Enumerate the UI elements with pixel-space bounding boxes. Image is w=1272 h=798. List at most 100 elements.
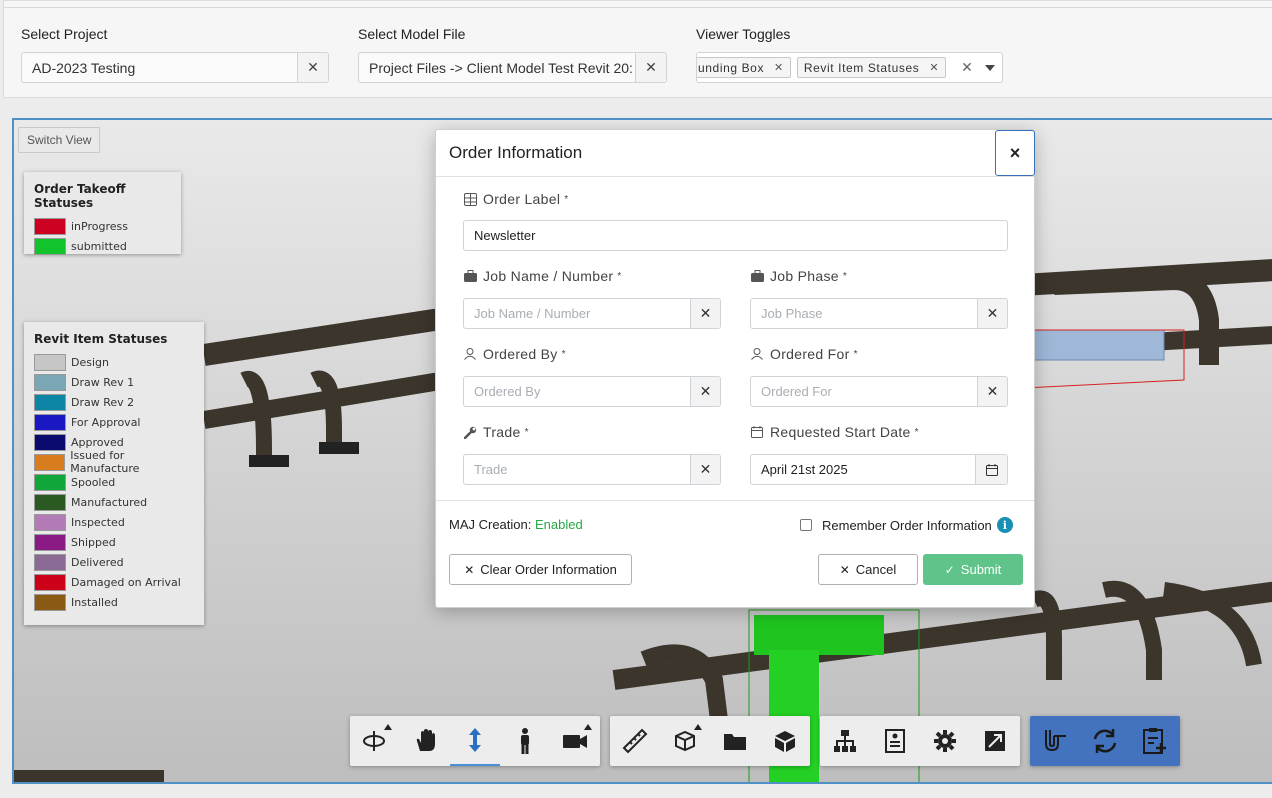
model-select-value: Project Files -> Client Model Test Revit… xyxy=(369,59,633,76)
job-phase-placeholder: Job Phase xyxy=(761,306,823,321)
submit-button[interactable]: ✓ Submit xyxy=(923,554,1023,585)
legend-item: Installed xyxy=(34,592,194,612)
required-marker: * xyxy=(842,270,848,282)
remember-checkbox[interactable] xyxy=(800,519,812,531)
project-filter: Select Project AD-2023 Testing ✕ xyxy=(21,26,329,83)
clear-order-label: Clear Order Information xyxy=(480,562,617,577)
legend-item: Delivered xyxy=(34,552,194,572)
calendar-button[interactable] xyxy=(975,455,1007,484)
first-person-button[interactable] xyxy=(500,716,550,766)
required-marker: * xyxy=(561,348,566,360)
legend-label: For Approval xyxy=(71,415,141,429)
legend-item: Inspected xyxy=(34,512,194,532)
camera-button[interactable] xyxy=(550,716,600,766)
start-date-field-label: Requested Start Date * xyxy=(751,424,919,440)
field-label-text: Job Name / Number xyxy=(483,268,614,284)
legend-label: submitted xyxy=(71,239,127,253)
legend-item: submitted xyxy=(34,236,171,256)
properties-button[interactable] xyxy=(870,716,920,766)
settings-toolbar xyxy=(820,716,1020,766)
trade-field-label: Trade * xyxy=(464,424,529,440)
trade-input[interactable]: Trade ✕ xyxy=(463,454,721,485)
legend-swatch xyxy=(34,413,66,431)
wrench-icon xyxy=(464,426,477,439)
order-label-input[interactable]: Newsletter xyxy=(463,220,1008,251)
orbit-button[interactable] xyxy=(350,716,400,766)
pipe-icon xyxy=(1045,730,1066,752)
cancel-button[interactable]: ✕ Cancel xyxy=(818,554,918,585)
dropdown-indicator xyxy=(694,724,702,730)
pipe-support xyxy=(319,442,359,454)
briefcase-icon xyxy=(464,270,477,282)
project-select[interactable]: AD-2023 Testing ✕ xyxy=(21,52,329,83)
close-icon: ✕ xyxy=(839,562,850,577)
clear-order-button[interactable]: ✕ Clear Order Information xyxy=(449,554,632,585)
legend-swatch xyxy=(34,433,66,451)
folder-button[interactable] xyxy=(710,716,760,766)
maj-creation-status: MAJ Creation: Enabled xyxy=(449,517,583,532)
ordered-by-clear-button[interactable]: ✕ xyxy=(690,377,720,406)
order-label-value: Newsletter xyxy=(474,228,536,243)
table-icon xyxy=(464,192,477,206)
pipe-button[interactable] xyxy=(1030,716,1080,766)
legend-label: Damaged on Arrival xyxy=(71,575,181,589)
ordered-by-input[interactable]: Ordered By ✕ xyxy=(463,376,721,407)
job-phase-clear-button[interactable]: ✕ xyxy=(977,299,1007,328)
order-information-modal: Order Information × Order Label * Newsle… xyxy=(435,129,1035,608)
settings-button[interactable] xyxy=(920,716,970,766)
add-order-button[interactable] xyxy=(1130,716,1180,766)
measure-button[interactable] xyxy=(610,716,660,766)
legend-swatch xyxy=(34,353,66,371)
switch-view-button[interactable]: Switch View xyxy=(18,127,101,153)
job-name-placeholder: Job Name / Number xyxy=(474,306,591,321)
tag-remove-icon[interactable]: ✕ xyxy=(929,61,939,74)
chevron-down-icon[interactable] xyxy=(978,64,1002,71)
job-name-input[interactable]: Job Name / Number ✕ xyxy=(463,298,721,329)
toggle-tag-bounding-box: unding Box ✕ xyxy=(697,57,791,78)
pan-button[interactable] xyxy=(400,716,450,766)
ordered-for-input[interactable]: Ordered For ✕ xyxy=(750,376,1008,407)
start-date-input[interactable]: April 21st 2025 xyxy=(750,454,1008,485)
job-name-clear-button[interactable]: ✕ xyxy=(690,299,720,328)
fullscreen-icon xyxy=(985,731,1005,751)
ordered-for-placeholder: Ordered For xyxy=(761,384,832,399)
model-button[interactable] xyxy=(760,716,810,766)
legend-swatch xyxy=(34,553,66,571)
required-marker: * xyxy=(524,426,529,438)
legend-swatch xyxy=(34,217,66,235)
toggle-tag-label: unding Box xyxy=(698,60,765,75)
settings-icon xyxy=(934,730,956,752)
legend-label: Delivered xyxy=(71,555,124,569)
ordered-by-placeholder: Ordered By xyxy=(474,384,541,399)
model-select[interactable]: Project Files -> Client Model Test Revit… xyxy=(358,52,667,83)
required-marker: * xyxy=(564,193,569,205)
check-icon: ✓ xyxy=(944,562,955,577)
refresh-button[interactable] xyxy=(1080,716,1130,766)
remember-order-info[interactable]: Remember Order Information i xyxy=(800,517,1013,533)
close-button[interactable]: × xyxy=(995,130,1035,176)
zoom-button[interactable] xyxy=(450,716,500,766)
legend-swatch xyxy=(34,453,66,471)
section-button[interactable] xyxy=(660,716,710,766)
legend-swatch xyxy=(34,593,66,611)
trade-placeholder: Trade xyxy=(474,462,508,477)
tag-remove-icon[interactable]: ✕ xyxy=(774,61,784,74)
modal-title: Order Information xyxy=(449,143,583,162)
toggles-select[interactable]: unding Box ✕ Revit Item Statuses ✕ ✕ xyxy=(696,52,1003,83)
legend-label: inProgress xyxy=(71,219,128,233)
model-tree-button[interactable] xyxy=(820,716,870,766)
pan-icon xyxy=(416,729,435,751)
legend-item: Draw Rev 1 xyxy=(34,372,194,392)
project-clear-button[interactable]: ✕ xyxy=(297,53,328,82)
job-phase-input[interactable]: Job Phase ✕ xyxy=(750,298,1008,329)
legend-label: Spooled xyxy=(71,475,116,489)
trade-clear-button[interactable]: ✕ xyxy=(690,455,720,484)
model-filter-label: Select Model File xyxy=(358,26,466,42)
model-clear-button[interactable]: ✕ xyxy=(635,53,666,82)
info-icon[interactable]: i xyxy=(996,517,1013,533)
toggles-clear-icon[interactable]: ✕ xyxy=(956,59,978,76)
required-marker: * xyxy=(914,426,919,438)
legend-swatch xyxy=(34,473,66,491)
fullscreen-button[interactable] xyxy=(970,716,1020,766)
ordered-for-clear-button[interactable]: ✕ xyxy=(977,377,1007,406)
